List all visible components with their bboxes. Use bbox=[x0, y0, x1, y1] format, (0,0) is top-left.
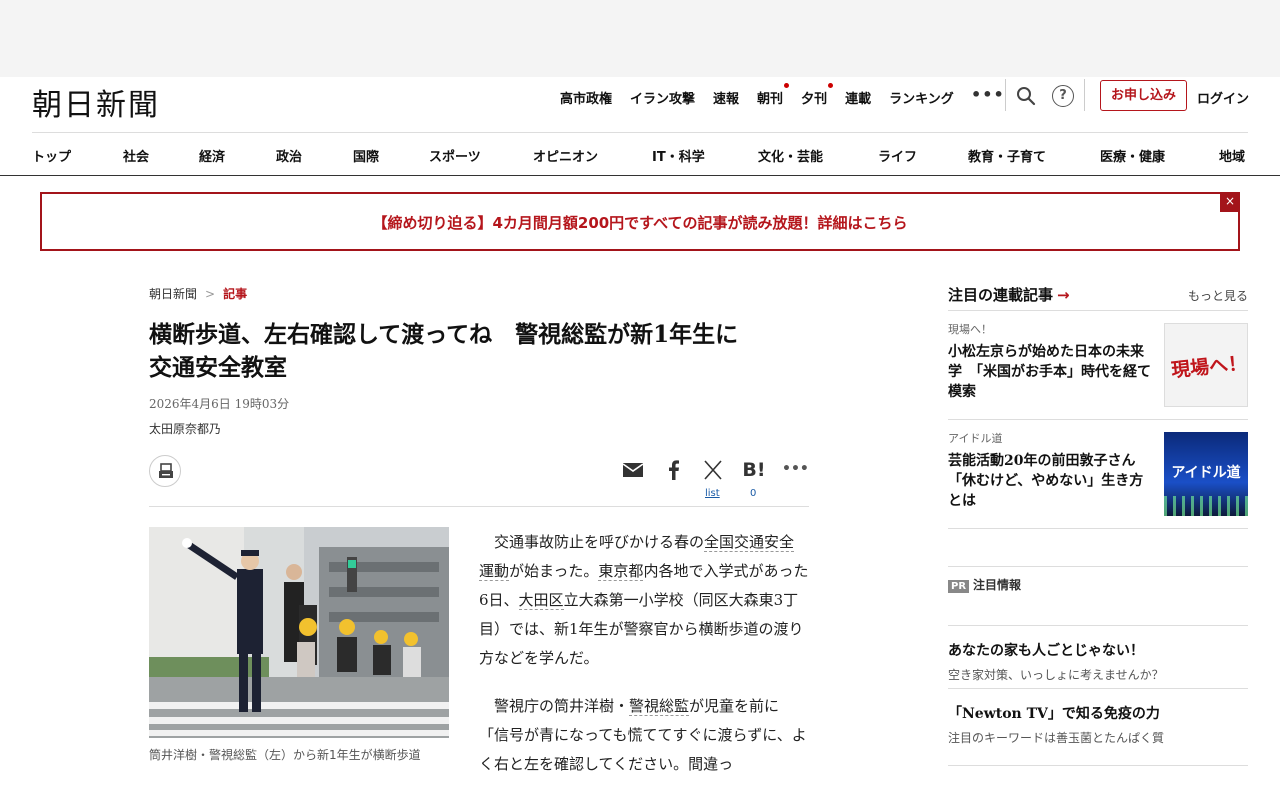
pr-item[interactable]: 「Newton TV」で知る免疫の力 注目のキーワードは善玉菌とたんぱく質 bbox=[948, 703, 1248, 746]
sidebar-title[interactable]: 注目の連載記事 → bbox=[948, 284, 1070, 305]
subscribe-button[interactable]: お申し込み bbox=[1100, 80, 1187, 111]
sidebar-more-link[interactable]: もっと見る bbox=[1188, 287, 1248, 304]
pr-item-title[interactable]: 「Newton TV」で知る免疫の力 bbox=[948, 703, 1248, 723]
close-icon[interactable]: × bbox=[1220, 192, 1240, 212]
breadcrumb: 朝日新聞 > 記事 bbox=[149, 285, 247, 302]
cat-society[interactable]: 社会 bbox=[123, 146, 149, 165]
breadcrumb-current[interactable]: 記事 bbox=[223, 287, 247, 301]
new-dot bbox=[828, 83, 834, 88]
cat-international[interactable]: 国際 bbox=[353, 146, 379, 165]
photo-crosswalk-image bbox=[149, 527, 449, 738]
top-nav: 高市政権 イラン攻撃 速報 朝刊 夕刊 連載 ランキング bbox=[560, 83, 972, 107]
nav-divider bbox=[0, 175, 1280, 176]
pr-badge: PR bbox=[948, 580, 970, 593]
cat-politics[interactable]: 政治 bbox=[276, 146, 302, 165]
cat-economy[interactable]: 経済 bbox=[199, 146, 225, 165]
print-icon bbox=[159, 463, 173, 478]
divider bbox=[948, 566, 1248, 567]
x-icon bbox=[704, 460, 722, 480]
keyword-link[interactable]: 大田区 bbox=[518, 591, 564, 610]
more-menu-icon[interactable]: ••• bbox=[971, 85, 1005, 104]
arrow-right-icon: → bbox=[1057, 286, 1070, 304]
sidebar-article-title[interactable]: 小松左京らが始めた日本の未来学 「米国がお手本」時代を経て模索 bbox=[948, 342, 1152, 402]
breadcrumb-separator: > bbox=[205, 287, 216, 301]
top-link-ranking[interactable]: ランキング bbox=[889, 88, 954, 107]
cat-sports[interactable]: スポーツ bbox=[429, 146, 481, 165]
thumbnail-label: 現場へ！ bbox=[1170, 352, 1248, 382]
pr-item-title[interactable]: あなたの家も人ごとじゃない！ bbox=[948, 640, 1248, 660]
login-link[interactable]: ログイン bbox=[1197, 88, 1249, 107]
cat-it-science[interactable]: IT・科学 bbox=[652, 146, 705, 165]
sidebar-thumbnail[interactable]: 現場へ！ bbox=[1164, 323, 1248, 407]
share-email-button[interactable] bbox=[621, 458, 645, 484]
divider bbox=[948, 625, 1248, 626]
site-logo[interactable]: 朝日新聞 bbox=[32, 80, 160, 124]
site-header: 朝日新聞 高市政権 イラン攻撃 速報 朝刊 夕刊 連載 ランキング ••• ? … bbox=[0, 77, 1280, 133]
top-link-breaking[interactable]: 速報 bbox=[713, 88, 739, 107]
cat-culture[interactable]: 文化・芸能 bbox=[758, 146, 823, 165]
search-icon[interactable] bbox=[1016, 86, 1036, 106]
share-x-button[interactable] bbox=[701, 458, 725, 484]
divider bbox=[948, 688, 1248, 689]
share-facebook-button[interactable] bbox=[662, 458, 686, 484]
pr-section-title: PR 注目情報 bbox=[948, 576, 1021, 593]
article-paragraph: 交通事故防止を呼びかける春の全国交通安全運動が始まった。東京都内各地で入学式があ… bbox=[479, 533, 809, 667]
facebook-icon bbox=[669, 460, 679, 480]
cat-top[interactable]: トップ bbox=[32, 146, 71, 165]
cat-life[interactable]: ライフ bbox=[878, 146, 917, 165]
promo-banner[interactable]: 【締め切り迫る】4カ月間月額200円ですべての記事が読み放題！詳細はこちら × bbox=[40, 192, 1240, 251]
hatena-bookmark-icon[interactable]: B! bbox=[740, 458, 768, 484]
divider bbox=[149, 506, 809, 507]
ad-space bbox=[0, 0, 1280, 77]
cat-region[interactable]: 地域 bbox=[1219, 146, 1245, 165]
sidebar-article[interactable]: アイドル道 芸能活動20年の前田敦子さん「休むけど、やめない」生き方とは アイド… bbox=[948, 430, 1248, 516]
help-icon[interactable]: ? bbox=[1052, 85, 1074, 107]
cat-education[interactable]: 教育・子育て bbox=[968, 146, 1046, 165]
divider bbox=[948, 419, 1248, 420]
share-x-label[interactable]: list bbox=[705, 488, 720, 499]
breadcrumb-home[interactable]: 朝日新聞 bbox=[149, 287, 197, 301]
pr-item-subtitle: 注目のキーワードは善玉菌とたんぱく質 bbox=[948, 731, 1165, 745]
cat-health[interactable]: 医療・健康 bbox=[1100, 146, 1165, 165]
article-headline: 横断歩道、左右確認して渡ってね 警視総監が新1年生に 交通安全教室 bbox=[149, 321, 739, 381]
cat-opinion[interactable]: オピニオン bbox=[533, 146, 598, 165]
divider bbox=[1084, 79, 1085, 111]
photo-caption: 筒井洋樹・警視総監（左）から新1年生が横断歩道 bbox=[149, 748, 421, 762]
article-date: 2026年4月6日 19時03分 bbox=[149, 397, 290, 411]
glowstick-decoration bbox=[1164, 496, 1248, 516]
print-button[interactable] bbox=[149, 455, 181, 487]
divider bbox=[948, 528, 1248, 529]
top-link-series[interactable]: 連載 bbox=[845, 88, 871, 107]
divider bbox=[948, 310, 1248, 311]
new-dot bbox=[784, 83, 790, 88]
keyword-link[interactable]: 東京都 bbox=[598, 562, 644, 581]
sidebar-thumbnail[interactable]: アイドル道 bbox=[1164, 432, 1248, 516]
divider bbox=[1005, 79, 1006, 111]
hatena-count: 0 bbox=[750, 488, 757, 499]
top-link-iran[interactable]: イラン攻撃 bbox=[630, 88, 695, 107]
article-paragraph: 警視庁の筒井洋樹・警視総監が児童を前に「信号が青になっても慌ててすぐに渡らずに、… bbox=[479, 697, 807, 773]
mail-icon bbox=[622, 463, 644, 477]
sidebar-article-title[interactable]: 芸能活動20年の前田敦子さん「休むけど、やめない」生き方とは bbox=[948, 451, 1152, 511]
article-author[interactable]: 太田原奈都乃 bbox=[149, 420, 221, 437]
category-nav: トップ 社会 経済 政治 国際 スポーツ オピニオン IT・科学 文化・芸能 ラ… bbox=[32, 132, 1248, 175]
top-link-morning[interactable]: 朝刊 bbox=[757, 83, 790, 107]
top-link-takaichi[interactable]: 高市政権 bbox=[560, 88, 612, 107]
pr-item-subtitle: 空き家対策、いっしょに考えませんか？ bbox=[948, 668, 1164, 682]
share-more-icon[interactable]: ••• bbox=[782, 458, 809, 484]
sidebar-article[interactable]: 現場へ！ 小松左京らが始めた日本の未来学 「米国がお手本」時代を経て模索 現場へ… bbox=[948, 321, 1248, 407]
article-photo[interactable] bbox=[149, 527, 449, 738]
top-link-evening[interactable]: 夕刊 bbox=[801, 83, 834, 107]
divider bbox=[948, 765, 1248, 766]
promo-text[interactable]: 【締め切り迫る】4カ月間月額200円ですべての記事が読み放題！詳細はこちら bbox=[42, 212, 1238, 233]
pr-item[interactable]: あなたの家も人ごとじゃない！ 空き家対策、いっしょに考えませんか？ bbox=[948, 640, 1248, 683]
article-body: 交通事故防止を呼びかける春の全国交通安全運動が始まった。東京都内各地で入学式があ… bbox=[479, 528, 809, 798]
thumbnail-label: アイドル道 bbox=[1171, 465, 1241, 481]
keyword-link[interactable]: 警視総監 bbox=[629, 697, 690, 716]
